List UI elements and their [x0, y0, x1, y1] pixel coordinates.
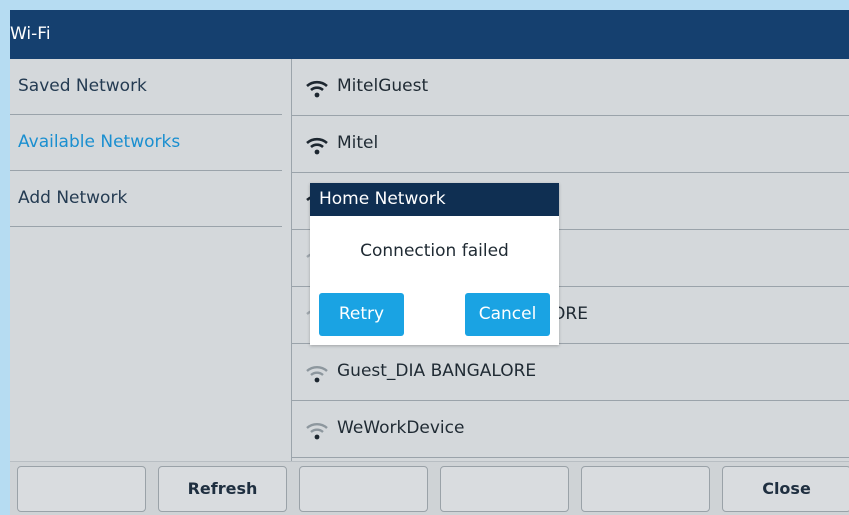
- cancel-button[interactable]: Cancel: [465, 293, 550, 336]
- title-bar: Wi-Fi: [10, 10, 849, 59]
- softkey-3[interactable]: [299, 466, 428, 512]
- network-row[interactable]: WeWorkDevice: [292, 401, 849, 458]
- sidebar-item-label: Available Networks: [18, 132, 181, 152]
- network-row[interactable]: Guest_DIA BANGALORE: [292, 344, 849, 401]
- dialog-title-bar: Home Network: [310, 183, 559, 216]
- network-row[interactable]: MitelGuest: [292, 59, 849, 116]
- wifi-screen: Wi-Fi Saved Network Available Networks A…: [10, 10, 849, 515]
- network-name: Mitel: [337, 133, 379, 153]
- sidebar-item-available-networks[interactable]: Available Networks: [10, 115, 282, 171]
- wifi-strong-icon: [306, 80, 328, 98]
- softkey-1[interactable]: [17, 466, 146, 512]
- network-row[interactable]: Mitel: [292, 116, 849, 173]
- sidebar-item-label: Add Network: [18, 188, 128, 208]
- wifi-weak-icon: [306, 423, 328, 440]
- wifi-strong-icon: [306, 137, 328, 155]
- refresh-button[interactable]: Refresh: [158, 466, 287, 512]
- wifi-weak-icon: [306, 366, 328, 383]
- sidebar: Saved Network Available Networks Add Net…: [10, 59, 292, 461]
- sidebar-item-saved-network[interactable]: Saved Network: [10, 59, 282, 115]
- network-name: Guest_DIA BANGALORE: [337, 361, 537, 381]
- dialog-message: Connection failed: [360, 241, 509, 261]
- close-button[interactable]: Close: [722, 466, 849, 512]
- softkey-bar: Refresh Close: [10, 461, 849, 515]
- sidebar-item-add-network[interactable]: Add Network: [10, 171, 282, 227]
- retry-button[interactable]: Retry: [319, 293, 404, 336]
- softkey-4[interactable]: [440, 466, 569, 512]
- connection-dialog: Home Network Connection failed Retry Can…: [310, 183, 559, 345]
- window-title: Wi-Fi: [10, 24, 51, 44]
- network-name: WeWorkDevice: [337, 418, 465, 438]
- network-name: MitelGuest: [337, 76, 429, 96]
- dialog-title: Home Network: [319, 189, 446, 209]
- sidebar-item-label: Saved Network: [18, 76, 147, 96]
- softkey-5[interactable]: [581, 466, 710, 512]
